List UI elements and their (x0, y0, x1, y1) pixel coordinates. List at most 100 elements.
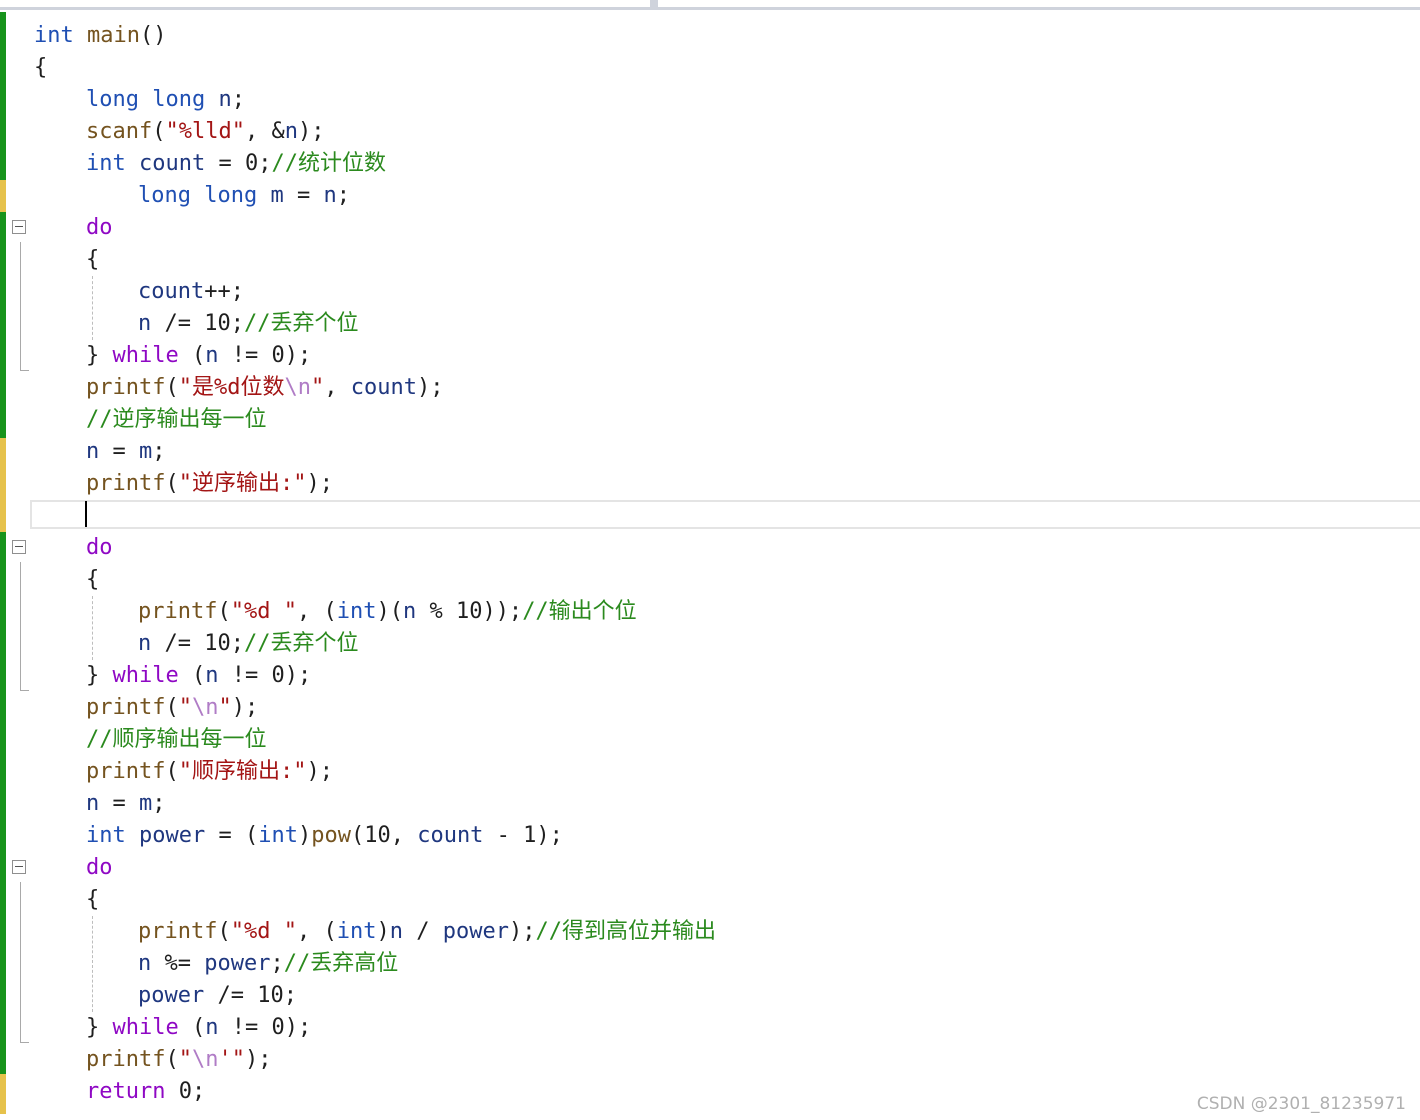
code-line[interactable]: { (34, 244, 716, 276)
code-line[interactable]: printf("\n"); (34, 692, 716, 724)
code-token-local-variable: count (350, 375, 417, 400)
code-line[interactable]: { (34, 52, 716, 84)
code-line[interactable]: n = m; (34, 436, 716, 468)
code-token-plain: != 0); (218, 1015, 312, 1040)
code-token-keyword: int (336, 919, 377, 944)
code-token-string: " (218, 695, 232, 720)
code-line[interactable]: } while (n != 0); (34, 1012, 716, 1044)
code-line[interactable]: power /= 10; (34, 980, 716, 1012)
code-token-local-variable: power (204, 951, 271, 976)
code-token-local-variable: count (139, 151, 206, 176)
code-line[interactable]: n /= 10;//丢弃个位 (34, 628, 716, 660)
code-token-plain: ( (165, 759, 179, 784)
code-token-comment: //丢弃个位 (243, 311, 359, 336)
code-line[interactable]: int main() (34, 20, 716, 52)
outline-end (20, 690, 29, 691)
code-token-local-variable: n (218, 87, 232, 112)
code-token-plain: = (99, 791, 139, 816)
code-line[interactable]: { (34, 884, 716, 916)
outline-end (20, 1042, 29, 1043)
code-token-plain: )( (376, 599, 403, 624)
code-token-keyword: int (258, 823, 298, 848)
outline-end (20, 370, 29, 371)
code-token-local-variable: n (205, 663, 219, 688)
code-token-plain: ; (270, 951, 284, 976)
code-line[interactable]: printf("顺序输出:"); (34, 756, 716, 788)
code-token-plain: , (324, 375, 351, 400)
code-line[interactable]: scanf("%lld", &n); (34, 116, 716, 148)
code-token-local-variable: n (402, 599, 417, 624)
code-token-plain: ( (152, 119, 166, 144)
code-token-comment: //顺序输出每一位 (86, 727, 267, 752)
code-token-function: main (87, 23, 140, 48)
code-line[interactable]: printf("\n'"); (34, 1044, 716, 1076)
change-bar-saved (0, 12, 6, 180)
code-line[interactable]: int power = (int)pow(10, count - 1); (34, 820, 716, 852)
code-token-comment: //输出个位 (522, 599, 637, 624)
collapse-do-block-3-icon[interactable] (12, 860, 26, 874)
code-token-escape: \n (284, 375, 311, 400)
code-line[interactable]: //顺序输出每一位 (34, 724, 716, 756)
code-line[interactable]: int count = 0;//统计位数 (34, 148, 716, 180)
code-line[interactable]: printf("%d ", (int)(n % 10));//输出个位 (34, 596, 716, 628)
code-token-string: "%lld" (165, 119, 245, 144)
collapse-do-block-2-icon[interactable] (12, 540, 26, 554)
code-line[interactable]: count++; (34, 276, 716, 308)
code-line[interactable]: //逆序输出每一位 (34, 404, 716, 436)
code-token-string: "逆序输出:" (178, 471, 307, 496)
change-bar-unsaved (0, 1074, 6, 1114)
code-token-string: " (310, 375, 325, 400)
code-token-keyword: long (138, 183, 191, 208)
code-token-plain: ; (152, 791, 166, 816)
code-token-local-variable: n (86, 439, 100, 464)
code-line[interactable]: printf("是%d位数\n", count); (34, 372, 716, 404)
code-line[interactable]: n = m; (34, 788, 716, 820)
code-token-keyword: int (336, 599, 377, 624)
code-token-plain: != 0); (218, 343, 312, 368)
code-line[interactable]: long long n; (34, 84, 716, 116)
code-line[interactable]: printf("%d ", (int)n / power);//得到高位并输出 (34, 916, 716, 948)
editor-tab-strip (0, 0, 1420, 10)
code-token-local-variable: n (389, 919, 403, 944)
code-line[interactable]: } while (n != 0); (34, 340, 716, 372)
code-token-comment: //得到高位并输出 (535, 919, 716, 944)
outline-guide (20, 882, 21, 1042)
collapse-do-block-1-icon[interactable] (12, 220, 26, 234)
code-editor[interactable]: int main(){long long n; scanf("%lld", &n)… (34, 20, 716, 1108)
code-token-plain: ; (152, 439, 166, 464)
code-token-function: printf (138, 599, 218, 624)
code-line[interactable]: n %= power;//丢弃高位 (34, 948, 716, 980)
code-token-plain: ( (165, 695, 179, 720)
code-line[interactable]: printf("逆序输出:"); (34, 468, 716, 500)
outline-guide (20, 562, 21, 690)
code-token-plain: ; (336, 183, 350, 208)
code-token-plain: ( (165, 471, 179, 496)
code-line[interactable]: long long m = n; (34, 180, 716, 212)
code-token-function: scanf (86, 119, 153, 144)
code-token-plain: , ( (296, 599, 337, 624)
text-caret (85, 501, 87, 527)
code-line[interactable] (34, 500, 716, 532)
change-bar-saved (0, 532, 6, 1074)
code-token-plain: 0; (165, 1079, 206, 1104)
code-line[interactable]: n /= 10;//丢弃个位 (34, 308, 716, 340)
code-line[interactable]: do (34, 532, 716, 564)
code-token-plain: ); (306, 759, 333, 784)
code-line[interactable]: } while (n != 0); (34, 660, 716, 692)
code-token-comment: //统计位数 (271, 151, 386, 176)
code-token-plain: ( (178, 663, 206, 688)
code-token-plain: = (99, 439, 139, 464)
code-line[interactable]: return 0; (34, 1076, 716, 1108)
code-line[interactable]: do (34, 212, 716, 244)
code-token-plain: ; (231, 87, 245, 112)
code-token-local-variable: count (417, 823, 484, 848)
code-token-local-variable: n (205, 343, 219, 368)
code-token-local-variable: m (139, 439, 153, 464)
code-line[interactable]: { (34, 564, 716, 596)
code-token-flow-keyword: while (112, 343, 179, 368)
code-line[interactable]: do (34, 852, 716, 884)
